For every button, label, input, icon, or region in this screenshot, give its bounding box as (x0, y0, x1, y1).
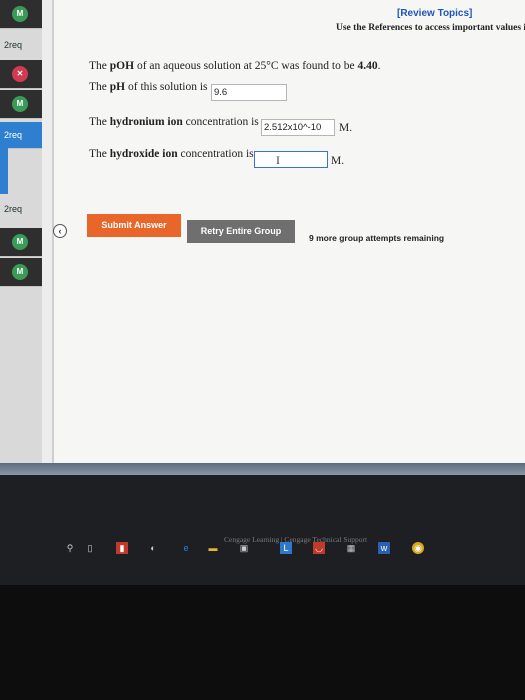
question-intro: The pOH of an aqueous solution at 25°C w… (89, 60, 381, 72)
files-icon[interactable]: ▬ (207, 542, 219, 554)
attempts-remaining: 9 more group attempts remaining (309, 233, 445, 243)
hydroxide-answer-field[interactable] (254, 151, 328, 168)
question-sidebar: M 2req ✕ M 2req 2req M M (0, 0, 42, 475)
chrome-icon[interactable]: ◉ (412, 542, 424, 554)
sidebar-req-label: 2req (4, 204, 23, 214)
sidebar-item-current[interactable]: 2req (0, 122, 42, 149)
references-note: Use the References to access important v… (336, 23, 525, 33)
word-icon[interactable]: w (378, 542, 390, 554)
browser-screen: M 2req ✕ M 2req 2req M M ‹ [Review Topic… (0, 0, 525, 475)
hydronium-unit: M. (339, 122, 353, 134)
hydronium-prompt: The hydronium ion concentration is (89, 116, 259, 128)
ph-prompt: The pH of this solution is (89, 81, 208, 93)
sidebar-item-4[interactable]: M (0, 228, 42, 257)
ph-answer-field[interactable]: 9.6 (211, 84, 287, 101)
app-l-icon[interactable]: L (280, 542, 292, 554)
sidebar-req-label: 2req (4, 40, 23, 50)
store-icon[interactable]: ▣ (238, 542, 250, 554)
edge-icon[interactable]: e (180, 542, 192, 554)
sidebar-item-5[interactable]: M (0, 258, 42, 287)
collapse-sidebar-icon[interactable]: ‹ (53, 224, 67, 238)
mastered-badge-icon: M (12, 264, 28, 280)
incorrect-badge-icon: ✕ (12, 66, 28, 82)
screen-bottom-edge (0, 463, 525, 475)
sidebar-req-label: 2req (4, 130, 23, 140)
mail-icon[interactable]: ◡ (313, 542, 325, 554)
calculator-icon[interactable]: ▦ (345, 542, 357, 554)
sidebar-item-2[interactable]: ✕ (0, 60, 42, 89)
submit-answer-button[interactable]: Submit Answer (87, 214, 181, 237)
review-topics-link[interactable]: [Review Topics] (397, 8, 472, 19)
current-indicator (0, 148, 8, 194)
hydroxide-prompt: The hydroxide ion concentration is (89, 148, 254, 160)
mastered-badge-icon: M (12, 96, 28, 112)
steam-icon[interactable]: ◐ (147, 542, 159, 554)
hydroxide-unit: M. (331, 155, 345, 167)
mastered-badge-icon: M (12, 234, 28, 250)
task-view-icon[interactable]: ▯ (84, 542, 96, 554)
monitor-bezel (0, 585, 525, 700)
sidebar-item-1[interactable]: M (0, 0, 42, 29)
search-icon[interactable]: ⚲ (64, 542, 76, 554)
text-cursor-icon: I (276, 153, 280, 167)
taskbar (0, 475, 525, 585)
retry-group-button[interactable]: Retry Entire Group (187, 220, 295, 243)
sidebar-item-3[interactable]: M (0, 90, 42, 119)
app-icon[interactable]: ▮ (116, 542, 128, 554)
hydronium-answer-field[interactable]: 2.512x10^-10 (261, 119, 335, 136)
mastered-badge-icon: M (12, 6, 28, 22)
